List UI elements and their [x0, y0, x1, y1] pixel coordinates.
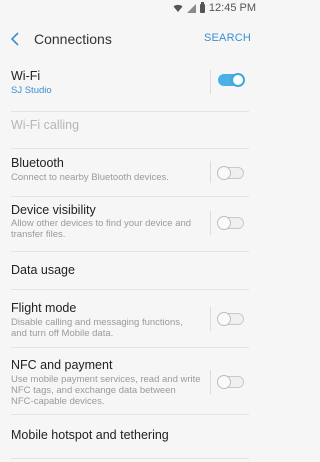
- divider: [210, 161, 211, 183]
- divider: [210, 370, 211, 394]
- separator: [11, 458, 249, 459]
- bluetooth-label: Bluetooth: [11, 156, 64, 170]
- wifi-row[interactable]: Wi-Fi SJ Studio: [0, 62, 260, 112]
- cellular-signal-icon: [186, 3, 196, 13]
- toggle-knob: [217, 375, 231, 389]
- wifi-calling-row[interactable]: Wi-Fi calling: [0, 112, 260, 149]
- flight-mode-label: Flight mode: [11, 301, 77, 315]
- wifi-label: Wi-Fi: [11, 69, 41, 83]
- wifi-toggle[interactable]: [218, 73, 245, 87]
- divider: [210, 211, 211, 235]
- data-usage-row[interactable]: Data usage: [0, 252, 260, 290]
- app-bar: Connections SEARCH: [0, 16, 260, 62]
- settings-list: Wi-Fi SJ Studio Wi-Fi calling Bluetooth …: [0, 62, 260, 459]
- back-button[interactable]: [6, 30, 24, 48]
- device-visibility-row[interactable]: Device visibility Allow other devices to…: [0, 197, 260, 252]
- nfc-payment-toggle[interactable]: [217, 375, 244, 389]
- flight-mode-description: Disable calling and messaging functions,…: [11, 317, 183, 339]
- nfc-payment-row[interactable]: NFC and payment Use mobile payment servi…: [0, 348, 260, 415]
- flight-mode-toggle[interactable]: [217, 312, 244, 326]
- wifi-network-name: SJ Studio: [11, 85, 52, 96]
- wifi-signal-icon: [173, 4, 183, 12]
- device-visibility-toggle[interactable]: [217, 216, 244, 230]
- toggle-knob: [217, 166, 231, 180]
- page-title: Connections: [34, 31, 112, 47]
- device-visibility-label: Device visibility: [11, 203, 96, 217]
- data-usage-label: Data usage: [11, 263, 75, 277]
- divider: [210, 70, 211, 94]
- bluetooth-description: Connect to nearby Bluetooth devices.: [11, 172, 169, 183]
- divider: [210, 307, 211, 331]
- status-icons: 12:45 PM: [173, 1, 256, 14]
- battery-icon: [199, 1, 205, 13]
- wifi-calling-label: Wi-Fi calling: [11, 118, 80, 132]
- mobile-hotspot-row[interactable]: Mobile hotspot and tethering: [0, 415, 260, 459]
- mobile-hotspot-label: Mobile hotspot and tethering: [11, 428, 169, 442]
- toggle-knob: [217, 216, 231, 230]
- nfc-payment-label: NFC and payment: [11, 358, 113, 372]
- device-visibility-description: Allow other devices to find your device …: [11, 218, 192, 240]
- status-time: 12:45 PM: [208, 2, 256, 14]
- search-button[interactable]: SEARCH: [204, 32, 251, 44]
- status-bar: 12:45 PM: [0, 0, 260, 16]
- toggle-knob: [231, 73, 245, 87]
- flight-mode-row[interactable]: Flight mode Disable calling and messagin…: [0, 290, 260, 348]
- toggle-knob: [217, 312, 231, 326]
- bluetooth-toggle[interactable]: [217, 166, 244, 180]
- bluetooth-row[interactable]: Bluetooth Connect to nearby Bluetooth de…: [0, 149, 260, 197]
- nfc-payment-description: Use mobile payment services, read and wr…: [11, 374, 201, 407]
- chevron-left-icon: [10, 32, 19, 46]
